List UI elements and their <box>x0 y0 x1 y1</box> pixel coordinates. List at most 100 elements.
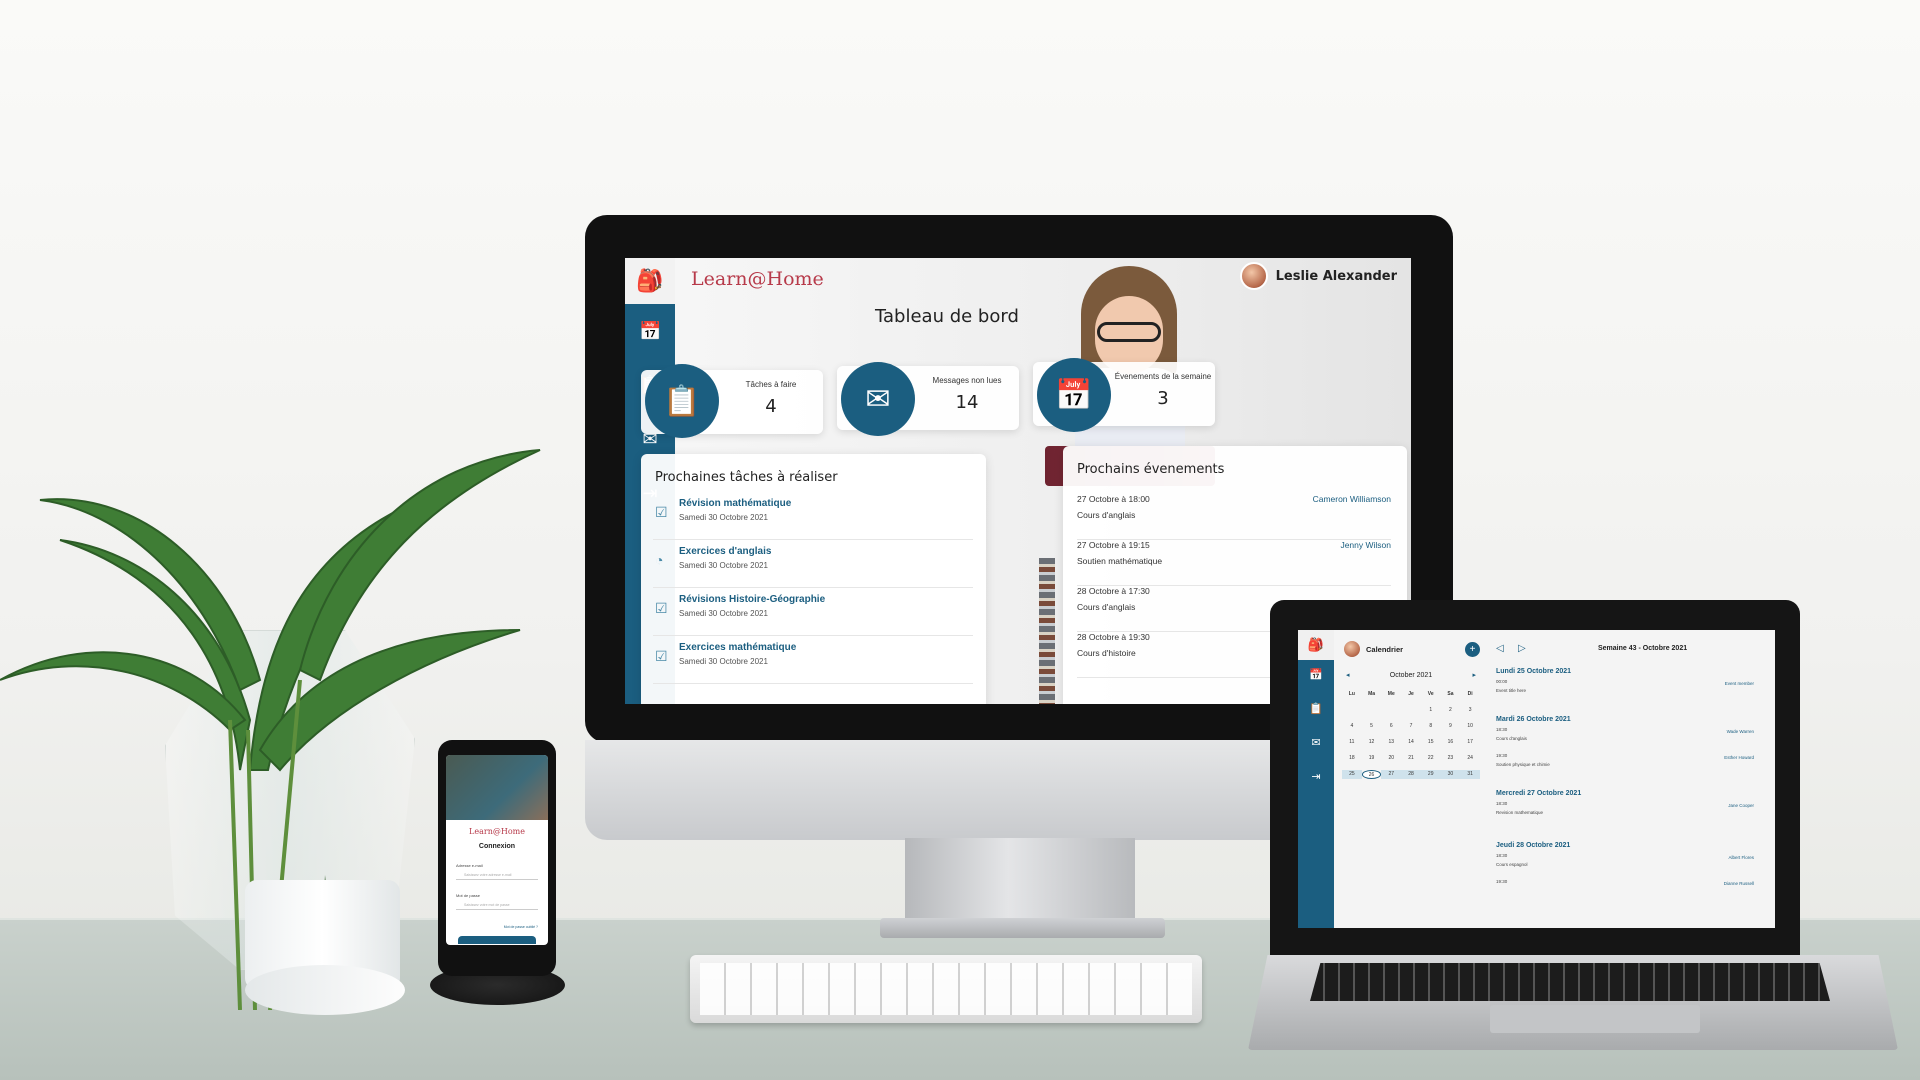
event-slot[interactable]: 18:30 Cours d'anglais Wade Warren <box>1496 727 1766 749</box>
calendar-day[interactable]: 16 <box>1441 738 1461 747</box>
event-slot[interactable]: 18:30 Cours espagnol Albert Flores <box>1496 853 1766 875</box>
logout-icon[interactable]: ⇥ <box>1308 770 1324 783</box>
weekday-label: Ve <box>1427 691 1434 697</box>
list-item[interactable]: ☑ Révision mathématique Samedi 30 Octobr… <box>653 496 973 540</box>
calendar-day[interactable]: 28 <box>1401 770 1421 779</box>
weekday-label: Di <box>1467 691 1473 697</box>
calendar-day[interactable]: 1 <box>1421 706 1441 715</box>
stat-value: 4 <box>765 396 777 417</box>
event-slot[interactable]: 00:00 Event title here Event member <box>1496 679 1766 701</box>
calendar-day[interactable]: 11 <box>1342 738 1362 747</box>
calendar-day[interactable]: 3 <box>1460 706 1480 715</box>
calendar-day[interactable]: 19 <box>1362 754 1382 763</box>
succulent-saucer <box>245 965 405 1015</box>
list-item[interactable]: 27 Octobre à 19:15 Soutien mathématique … <box>1077 540 1391 586</box>
day-block: Mercredi 27 Octobre 2021 18:30 Revision … <box>1496 790 1766 823</box>
avatar[interactable] <box>1239 262 1268 290</box>
slot-time: 18:30 <box>1496 727 1508 732</box>
phone-brand-logo: Learn@Home <box>469 827 525 836</box>
prev-week-button[interactable]: ◁ <box>1496 643 1504 654</box>
calendar-day[interactable]: 6 <box>1381 722 1401 731</box>
task-title: Révisions Histoire-Géographie <box>679 594 826 605</box>
calendar-day[interactable]: 29 <box>1420 770 1441 779</box>
calendar-day[interactable]: 30 <box>1440 770 1461 779</box>
calendar-day[interactable]: 18 <box>1342 754 1362 763</box>
calendar-day[interactable]: 27 <box>1381 770 1402 779</box>
calendar-day[interactable]: 4 <box>1342 722 1362 731</box>
event-who[interactable]: Jenny Wilson <box>1340 540 1391 550</box>
slot-member: Albert Flores <box>1728 855 1754 860</box>
slot-time: 18:30 <box>1496 853 1508 858</box>
laptop-keyboard <box>1310 963 1830 1001</box>
page-title: Tableau de bord <box>875 306 1019 327</box>
calendar-day[interactable]: 15 <box>1421 738 1441 747</box>
calendar-month: October 2021 <box>1389 672 1433 679</box>
book-stack <box>1039 558 1055 704</box>
backpack-icon[interactable]: 🎒 <box>1298 630 1334 660</box>
phone-hero-photo <box>446 755 548 820</box>
list-item[interactable]: ☑ Exercices mathématique Samedi 30 Octob… <box>653 640 973 684</box>
next-week-button[interactable]: ▷ <box>1518 643 1526 654</box>
clipboard-check-icon[interactable]: 📋 <box>1308 702 1324 715</box>
day-title[interactable]: Mardi 26 Octobre 2021 <box>1496 716 1766 723</box>
calendar-day[interactable]: 10 <box>1460 722 1480 731</box>
checkbox-icon[interactable]: ☑ <box>655 504 671 520</box>
slot-time: 18:30 <box>1496 801 1508 806</box>
calendar-day <box>1342 706 1362 715</box>
day-title[interactable]: Mercredi 27 Octobre 2021 <box>1496 790 1766 797</box>
calendar-day[interactable]: 31 <box>1460 770 1480 779</box>
list-item[interactable]: ◔ Exercices d'anglais Samedi 30 Octobre … <box>653 544 973 588</box>
day-block: Lundi 25 Octobre 2021 00:00 Event title … <box>1496 668 1766 701</box>
checkbox-icon[interactable]: ☑ <box>655 648 671 664</box>
calendar-day[interactable]: 7 <box>1401 722 1421 731</box>
next-month-button[interactable]: ▸ <box>1472 671 1476 679</box>
calendar-icon[interactable]: 📅 <box>639 320 661 342</box>
login-button[interactable] <box>458 936 536 944</box>
calendar-day[interactable]: 23 <box>1441 754 1461 763</box>
calendar-day[interactable]: 25 <box>1342 770 1362 779</box>
event-slot[interactable]: 18:30 Revision mathematique Jane Cooper <box>1496 801 1766 823</box>
slot-desc: Cours d'anglais <box>1496 736 1527 741</box>
email-field[interactable]: Saisissez votre adresse e-mail <box>456 871 538 880</box>
day-title[interactable]: Lundi 25 Octobre 2021 <box>1496 668 1766 675</box>
user-name: Leslie Alexander <box>1275 268 1397 284</box>
calendar-day[interactable]: 17 <box>1460 738 1480 747</box>
calendar-day[interactable]: 12 <box>1362 738 1382 747</box>
task-date: Samedi 30 Octobre 2021 <box>679 609 768 618</box>
brand-logo[interactable]: Learn@Home <box>691 268 824 290</box>
calendar-day[interactable]: 22 <box>1421 754 1441 763</box>
checkbox-icon[interactable]: ☑ <box>655 600 671 616</box>
login-heading: Connexion <box>478 843 516 850</box>
mail-icon[interactable]: ✉ <box>1308 736 1324 749</box>
laptop-trackpad <box>1490 1005 1700 1033</box>
calendar-day[interactable]: 14 <box>1401 738 1421 747</box>
calendar-day[interactable]: 5 <box>1362 722 1382 731</box>
event-slot[interactable]: 19:30 Soutien physique et chimie Esther … <box>1496 753 1766 775</box>
calendar-day[interactable]: 9 <box>1441 722 1461 731</box>
list-item[interactable]: ☑ Révisions Histoire-Géographie Samedi 3… <box>653 592 973 636</box>
calendar-day[interactable]: 26 <box>1361 770 1382 779</box>
user-menu[interactable]: Leslie Alexander <box>1239 262 1397 290</box>
add-event-button[interactable]: + <box>1465 642 1480 657</box>
list-item[interactable]: 27 Octobre à 18:00 Cours d'anglais Camer… <box>1077 494 1391 540</box>
avatar[interactable] <box>1344 641 1360 657</box>
calendar-day[interactable]: 2 <box>1441 706 1461 715</box>
password-field[interactable]: Saisissez votre mot de passe <box>456 901 538 910</box>
progress-icon[interactable]: ◔ <box>655 552 671 568</box>
day-title[interactable]: Jeudi 28 Octobre 2021 <box>1496 842 1766 849</box>
calendar-icon[interactable]: 📅 <box>1308 668 1324 681</box>
task-title: Exercices d'anglais <box>679 546 772 557</box>
backpack-icon[interactable]: 🎒 <box>625 258 675 304</box>
slot-member: Dianne Russell <box>1723 881 1754 886</box>
calendar-day[interactable]: 24 <box>1460 754 1480 763</box>
calendar-day[interactable]: 21 <box>1401 754 1421 763</box>
slot-desc: Cours espagnol <box>1496 862 1528 867</box>
calendar-day[interactable]: 20 <box>1381 754 1401 763</box>
tasks-panel: Prochaines tâches à réaliser ☑ Révision … <box>641 454 986 704</box>
calendar-day[interactable]: 13 <box>1381 738 1401 747</box>
forgot-password-link[interactable]: Mot de passe oublié ? <box>504 925 538 929</box>
calendar-day[interactable]: 8 <box>1421 722 1441 731</box>
event-when: 27 Octobre à 19:15 <box>1077 540 1150 550</box>
event-who[interactable]: Cameron Williamson <box>1313 494 1391 504</box>
event-slot[interactable]: 19:30 Dianne Russell <box>1496 879 1766 901</box>
